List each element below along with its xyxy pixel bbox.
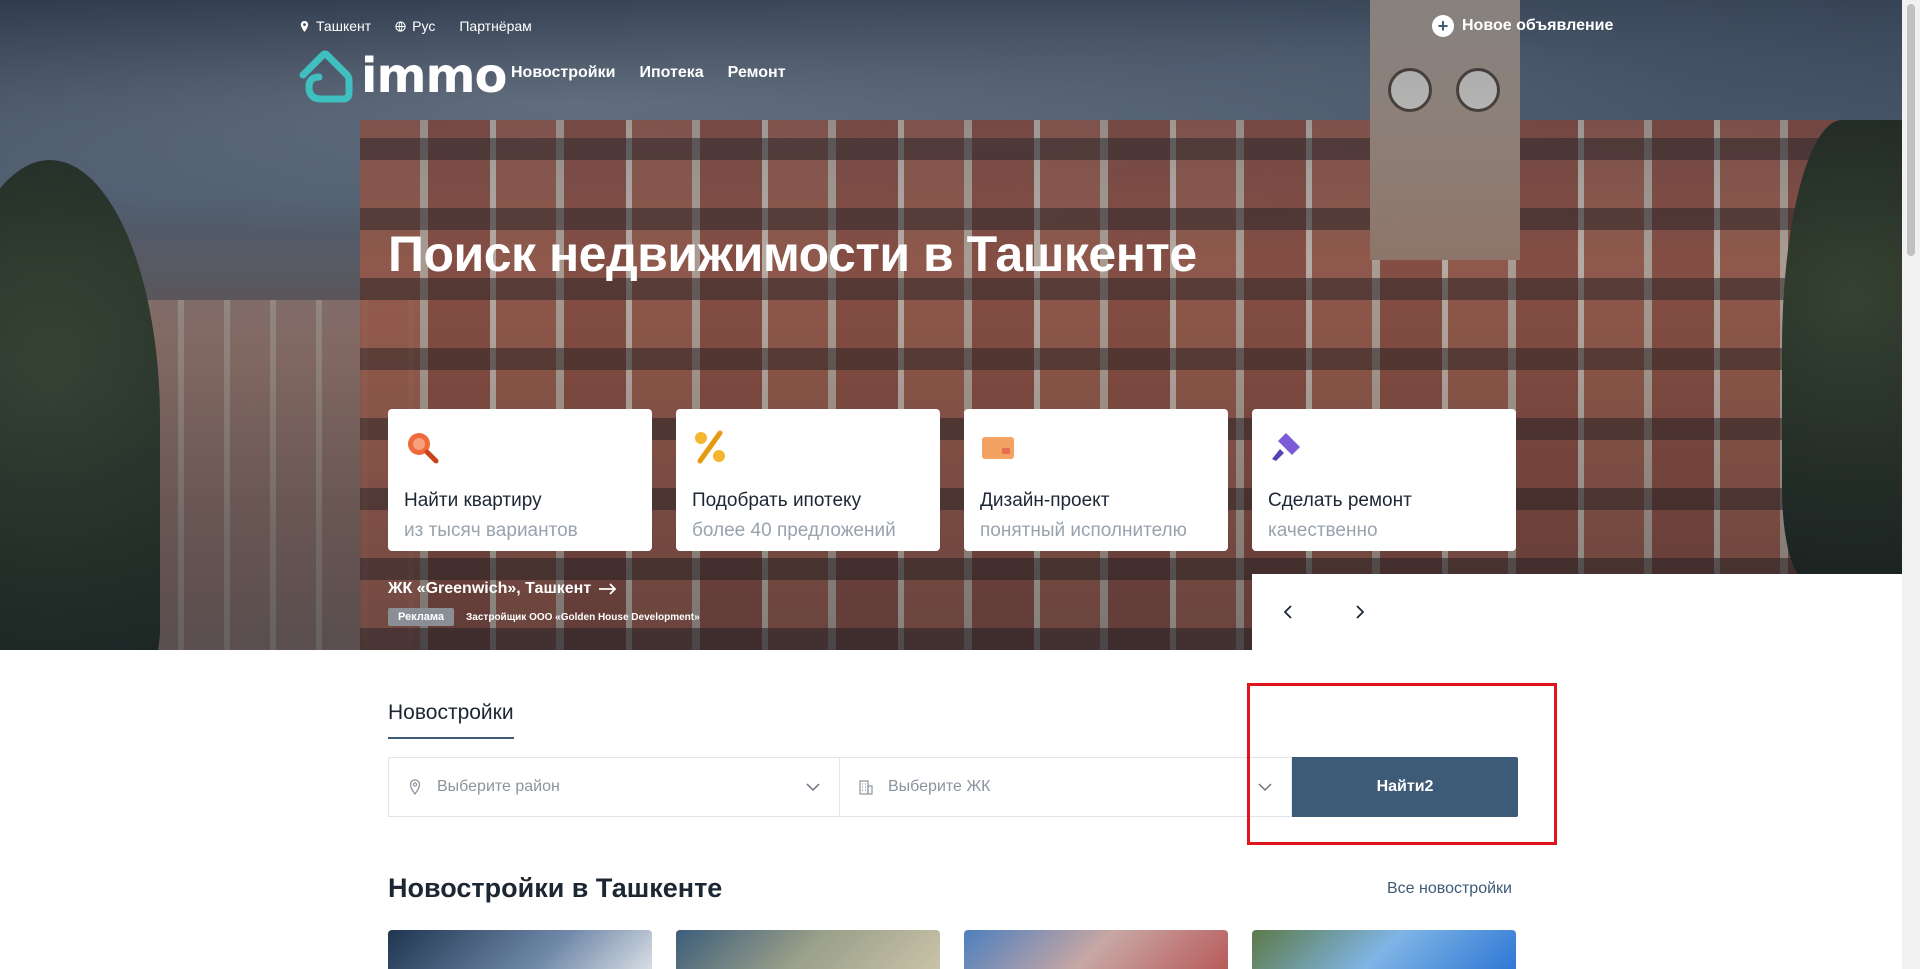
card-subtitle: из тысяч вариантов: [404, 520, 578, 541]
logo-text: immo: [361, 48, 507, 104]
card-find-apartment[interactable]: Найти квартиру из тысяч вариантов: [388, 409, 652, 551]
location-pin-icon: [409, 779, 421, 795]
promo-name: ЖК «Greenwich», Ташкент: [388, 580, 592, 597]
promo-meta: Реклама Застройщик ООО «Golden House Dev…: [388, 608, 700, 626]
promo-developer: Застройщик ООО «Golden House Development…: [466, 611, 700, 623]
card-design-project[interactable]: Дизайн-проект понятный исполнителю: [964, 409, 1228, 551]
percent-icon: [695, 430, 725, 464]
house-logo-icon: [299, 50, 353, 103]
logo[interactable]: immo: [297, 48, 507, 104]
chevron-right-icon: [1356, 605, 1365, 619]
globe-icon: [395, 20, 406, 32]
all-new-buildings-link[interactable]: Все новостройки: [1387, 880, 1512, 898]
partners-link[interactable]: Партнёрам: [459, 18, 531, 34]
district-placeholder: Выберите район: [437, 778, 560, 795]
complex-select[interactable]: Выберите ЖК: [840, 757, 1292, 817]
building-icon: [859, 780, 873, 795]
main-nav: Новостройки Ипотека Ремонт: [511, 64, 786, 82]
section-title: Новостройки в Ташкенте: [388, 873, 723, 903]
chevron-left-icon: [1283, 605, 1292, 619]
listing-thumbnail[interactable]: [1252, 930, 1516, 969]
card-title: Дизайн-проект: [980, 490, 1110, 511]
plus-icon: +: [1432, 15, 1454, 37]
hero-overlay: [0, 0, 1902, 650]
hero-banner: Ташкент Рус Партнёрам + Новое объявление…: [0, 0, 1902, 650]
location-pin-icon: [300, 20, 309, 32]
search-icon: [408, 433, 439, 464]
card-title: Подобрать ипотеку: [692, 490, 862, 511]
scrollbar-thumb[interactable]: [1907, 4, 1915, 256]
service-cards: Найти квартиру из тысяч вариантов Подобр…: [388, 409, 1516, 551]
slider-prev-button[interactable]: [1272, 596, 1304, 628]
complex-placeholder: Выберите ЖК: [888, 778, 991, 795]
slider-next-button[interactable]: [1344, 596, 1376, 628]
listing-thumbnail[interactable]: [964, 930, 1228, 969]
promo-block: ЖК «Greenwich», Ташкент Реклама Застройщ…: [388, 580, 700, 626]
card-repair[interactable]: Сделать ремонт качественно: [1252, 409, 1516, 551]
listing-thumbnail[interactable]: [676, 930, 940, 969]
arrow-right-icon: [599, 583, 617, 595]
paint-brush-icon: [1272, 433, 1300, 461]
listing-thumbnails: [388, 930, 1516, 969]
language-label: Рус: [412, 18, 436, 34]
listing-thumbnail[interactable]: [388, 930, 652, 969]
card-subtitle: понятный исполнителю: [980, 520, 1187, 541]
ad-badge: Реклама: [388, 608, 455, 626]
topbar: Ташкент Рус Партнёрам: [299, 18, 532, 34]
card-subtitle: качественно: [1268, 520, 1378, 541]
card-mortgage[interactable]: Подобрать ипотеку более 40 предложений: [676, 409, 940, 551]
district-select[interactable]: Выберите район: [388, 757, 840, 817]
city-label: Ташкент: [316, 18, 372, 34]
slider-controls: [1252, 574, 1902, 650]
card-icon: [982, 437, 1014, 459]
card-title: Сделать ремонт: [1268, 490, 1412, 511]
tab-new-buildings[interactable]: Новостройки: [388, 701, 514, 739]
language-selector[interactable]: Рус: [395, 18, 435, 34]
card-subtitle: более 40 предложений: [692, 520, 896, 541]
chevron-down-icon: [806, 783, 820, 792]
card-title: Найти квартиру: [404, 490, 542, 511]
new-ad-label: Новое объявление: [1462, 17, 1614, 34]
promo-link[interactable]: ЖК «Greenwich», Ташкент: [388, 580, 700, 598]
nav-item-repair[interactable]: Ремонт: [728, 64, 786, 82]
nav-item-mortgage[interactable]: Ипотека: [639, 64, 703, 82]
page-scrollbar[interactable]: [1902, 0, 1920, 969]
city-selector[interactable]: Ташкент: [299, 18, 371, 34]
highlight-box: [1247, 683, 1557, 845]
nav-item-new-buildings[interactable]: Новостройки: [511, 64, 615, 82]
page-title: Поиск недвижимости в Ташкенте: [388, 226, 1197, 282]
new-ad-button[interactable]: + Новое объявление: [1432, 15, 1613, 37]
